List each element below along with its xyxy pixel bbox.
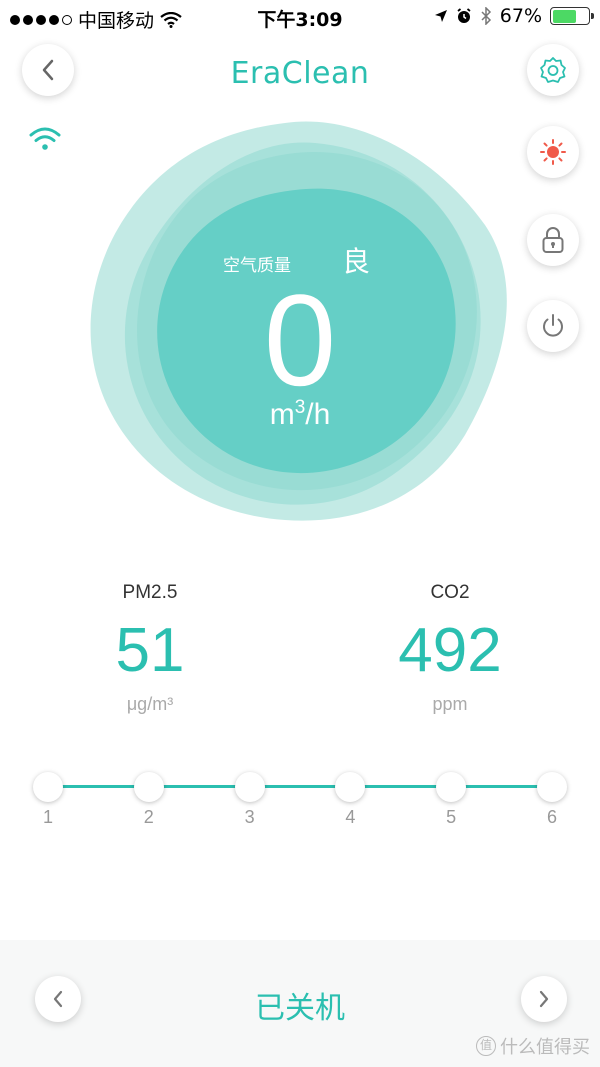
speed-level-4-knob[interactable] bbox=[335, 772, 366, 802]
lock-button[interactable] bbox=[527, 214, 579, 266]
status-right: 67% bbox=[434, 5, 594, 27]
next-mode-button[interactable] bbox=[521, 976, 567, 1022]
app-logo: EraClean bbox=[230, 56, 370, 91]
bluetooth-icon bbox=[481, 7, 491, 25]
battery-fill bbox=[552, 9, 576, 23]
device-wifi-icon bbox=[29, 127, 61, 150]
alarm-icon bbox=[457, 8, 471, 23]
speed-level-2-label: 2 bbox=[143, 807, 154, 827]
speed-level-6-label: 6 bbox=[546, 807, 557, 827]
pm25-label: PM2.5 bbox=[122, 582, 178, 603]
speed-level-6-knob[interactable] bbox=[537, 772, 567, 802]
co2-label: CO2 bbox=[430, 582, 470, 603]
location-arrow-icon bbox=[434, 10, 447, 22]
pm25-value: 51 bbox=[115, 616, 185, 685]
settings-button[interactable] bbox=[527, 44, 579, 96]
speed-level-5-label: 5 bbox=[446, 807, 457, 827]
pm25-reading: PM2.5 51 μg/m³ bbox=[50, 582, 250, 715]
speed-level-2-knob[interactable] bbox=[133, 772, 164, 802]
speed-level-5-knob[interactable] bbox=[436, 772, 467, 802]
co2-unit: ppm bbox=[432, 694, 468, 714]
speed-level-3-label: 3 bbox=[244, 807, 255, 827]
light-button[interactable] bbox=[527, 126, 579, 178]
sun-icon bbox=[540, 139, 566, 165]
power-status-label: 已关机 bbox=[255, 991, 345, 1026]
co2-reading: CO2 492 ppm bbox=[350, 582, 550, 715]
watermark: 值 什么值得买 bbox=[476, 1033, 590, 1059]
speed-level-3-knob[interactable] bbox=[234, 772, 265, 802]
lock-icon bbox=[542, 227, 564, 253]
co2-value: 492 bbox=[398, 616, 502, 685]
gear-icon bbox=[540, 57, 566, 83]
power-button[interactable] bbox=[527, 300, 579, 352]
status-bar: 中国移动 下午3:09 67% bbox=[0, 0, 600, 34]
battery-percent: 67% bbox=[499, 5, 542, 27]
air-quality-blob bbox=[90, 121, 507, 521]
speed-level-1-label: 1 bbox=[42, 807, 53, 827]
slider-track[interactable] bbox=[48, 785, 552, 788]
watermark-badge: 值 bbox=[476, 1036, 496, 1056]
chevron-right-icon bbox=[539, 990, 549, 1008]
speed-level-1-knob[interactable] bbox=[33, 772, 63, 802]
watermark-text: 什么值得买 bbox=[500, 1037, 590, 1058]
speed-level-4-label: 4 bbox=[345, 807, 356, 827]
battery-icon bbox=[550, 7, 594, 25]
power-icon bbox=[543, 314, 563, 337]
pm25-unit: μg/m³ bbox=[126, 694, 174, 714]
